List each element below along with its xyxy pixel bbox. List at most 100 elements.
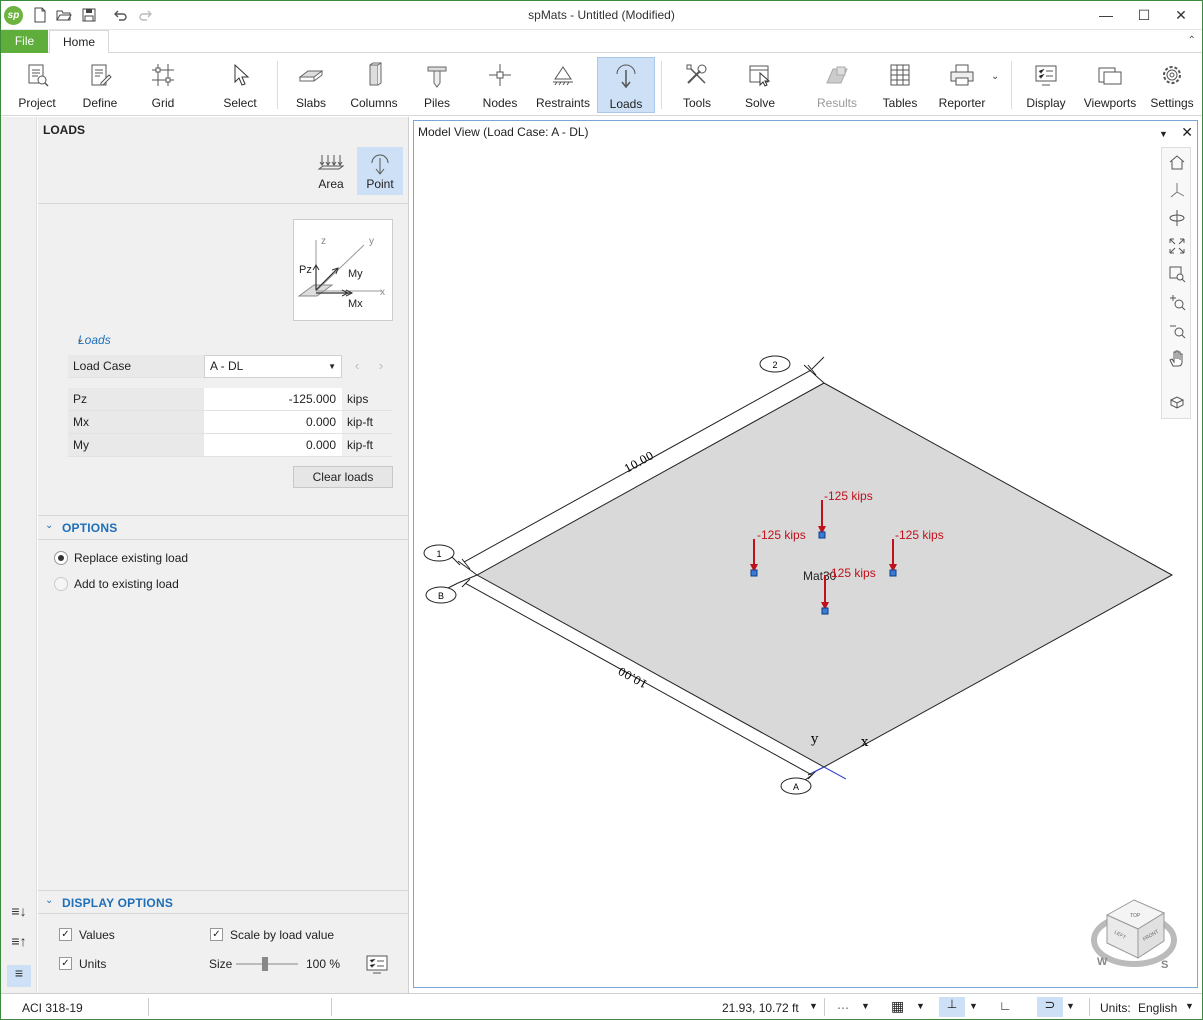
panel-title: LOADS xyxy=(43,123,85,137)
clear-loads-button[interactable]: Clear loads xyxy=(293,466,393,488)
units-status-value[interactable]: English xyxy=(1138,1001,1177,1015)
settings-button[interactable]: Settings xyxy=(1144,57,1200,113)
my-unit: kip-ft xyxy=(342,434,392,457)
view-close-icon[interactable]: ✕ xyxy=(1181,124,1193,140)
reporter-button[interactable]: Reporter xyxy=(933,57,991,113)
y-axis-label: y xyxy=(369,236,374,247)
grid-bubble-1[interactable]: 1 xyxy=(423,544,455,562)
sort-up-icon[interactable]: ≡↑ xyxy=(7,933,31,955)
slab-icon xyxy=(298,70,324,82)
cube-top-label: TOP xyxy=(1130,913,1141,919)
grid-dots-dropdown-icon[interactable]: ▼ xyxy=(861,1001,870,1011)
results-label: Results xyxy=(816,96,857,110)
ribbon-separator xyxy=(661,61,662,109)
size-slider[interactable] xyxy=(236,957,298,971)
results-button[interactable]: Results xyxy=(809,57,865,113)
loads-button[interactable]: Loads xyxy=(597,57,655,113)
ortho-dropdown-icon[interactable]: ▼ xyxy=(969,1001,978,1011)
prev-case-button[interactable]: ‹ xyxy=(346,355,368,378)
slabs-button[interactable]: Slabs xyxy=(285,57,337,113)
options-header[interactable]: OPTIONS xyxy=(62,521,117,535)
piles-button[interactable]: Piles xyxy=(411,57,463,113)
ribbon-collapse-icon[interactable]: ⌃ xyxy=(1188,35,1196,46)
grid-icon xyxy=(152,64,174,86)
left-strip: ≡↓ ≡↑ ≡ xyxy=(1,117,37,993)
load-case-select[interactable]: A - DL ▼ xyxy=(204,355,342,378)
grid-button[interactable]: Grid xyxy=(136,57,190,113)
loads-section-header[interactable]: Loads xyxy=(78,333,111,347)
scale-checkbox[interactable]: ✓ xyxy=(210,928,223,941)
model-view-header: Model View (Load Case: A - DL) ▼ ✕ xyxy=(414,121,1197,143)
solve-icon xyxy=(749,65,771,87)
mx-input[interactable]: 0.000 xyxy=(204,411,342,434)
size-slider-thumb[interactable] xyxy=(261,957,268,971)
display-label: Display xyxy=(1026,96,1066,110)
display-icon xyxy=(1035,65,1057,86)
units-dropdown-icon[interactable]: ▼ xyxy=(1185,1001,1194,1011)
point-load-button[interactable]: Point xyxy=(357,147,403,195)
panel-divider xyxy=(38,539,409,540)
view-menu-icon[interactable]: ▼ xyxy=(1159,129,1168,139)
add-load-radio[interactable] xyxy=(54,577,68,591)
options-collapse-icon[interactable]: ⌄ xyxy=(45,520,53,531)
next-case-button[interactable]: › xyxy=(370,355,392,378)
my-input[interactable]: 0.000 xyxy=(204,434,342,457)
solve-button[interactable]: Solve xyxy=(733,57,787,113)
load-case-label: Load Case xyxy=(68,355,204,378)
piles-label: Piles xyxy=(423,96,450,110)
load-label-right: -125 kips xyxy=(895,528,944,542)
project-label: Project xyxy=(18,96,56,110)
columns-button[interactable]: Columns xyxy=(346,57,402,113)
nodes-button[interactable]: Nodes xyxy=(473,57,527,113)
model-canvas[interactable]: 10.00 10.00 2 1 B A y x Mat30 -125 kips xyxy=(414,143,1197,987)
display-button[interactable]: Display xyxy=(1018,57,1074,113)
grid-bubble-b[interactable]: B xyxy=(425,586,457,604)
restraints-button[interactable]: Restraints xyxy=(533,57,593,113)
grid-snap-dropdown-icon[interactable]: ▼ xyxy=(916,1001,925,1011)
snap-magnet-icon[interactable]: ⊃ xyxy=(1037,997,1063,1017)
sort-down-icon[interactable]: ≡↓ xyxy=(7,903,31,925)
area-load-button[interactable]: Area xyxy=(308,147,354,195)
replace-load-radio[interactable] xyxy=(54,551,68,565)
ortho-icon[interactable]: ⊥ xyxy=(939,997,965,1017)
define-icon xyxy=(91,64,112,86)
define-label: Define xyxy=(82,96,118,110)
display-settings-icon[interactable] xyxy=(365,954,389,974)
tools-button[interactable]: Tools xyxy=(669,57,725,113)
loads-label: Loads xyxy=(609,97,643,111)
view-cube[interactable]: TOP FRONT LEFT W S xyxy=(1091,899,1177,971)
load-row-my: My 0.000 kip-ft xyxy=(68,434,392,457)
pz-input[interactable]: -125.000 xyxy=(204,388,342,411)
area-label: Area xyxy=(318,177,344,191)
replace-load-label: Replace existing load xyxy=(74,551,189,565)
mx-field-label: Mx xyxy=(68,411,204,434)
values-checkbox[interactable]: ✓ xyxy=(59,928,72,941)
display-options-header[interactable]: DISPLAY OPTIONS xyxy=(62,896,173,910)
define-button[interactable]: Define xyxy=(73,57,127,113)
angle-icon[interactable]: ∟ xyxy=(999,998,1012,1013)
grid-bubble-2[interactable]: 2 xyxy=(759,355,791,373)
menu-icon[interactable]: ≡ xyxy=(7,965,31,987)
tables-button[interactable]: Tables xyxy=(873,57,927,113)
load-axes-diagram: z y x Pz My Mx xyxy=(293,219,393,321)
values-label: Values xyxy=(79,928,115,942)
model-view[interactable]: Model View (Load Case: A - DL) ▼ ✕ 10.00… xyxy=(413,120,1198,988)
grid-dots-icon[interactable]: ⋯ xyxy=(837,1001,849,1015)
viewports-button[interactable]: Viewports xyxy=(1081,57,1139,113)
axis-y-label: y xyxy=(810,732,819,747)
project-button[interactable]: Project xyxy=(9,57,65,113)
units-checkbox[interactable]: ✓ xyxy=(59,957,72,970)
snap-dropdown-icon[interactable]: ▼ xyxy=(1066,1001,1075,1011)
display-options-collapse-icon[interactable]: ⌄ xyxy=(45,895,53,906)
coords-dropdown-icon[interactable]: ▼ xyxy=(809,1001,818,1011)
pz-unit: kips xyxy=(342,388,392,411)
mx-unit: kip-ft xyxy=(342,411,392,434)
tab-file[interactable]: File xyxy=(1,30,48,53)
close-button[interactable]: ✕ xyxy=(1159,1,1202,30)
tab-home[interactable]: Home xyxy=(49,30,109,54)
grid-bubble-a[interactable]: A xyxy=(780,777,812,795)
grid-snap-icon[interactable]: ▦ xyxy=(891,998,904,1015)
select-button[interactable]: Select xyxy=(213,57,267,113)
gear-icon xyxy=(1163,66,1181,84)
reporter-dropdown-icon[interactable]: ⌄ xyxy=(991,71,999,82)
